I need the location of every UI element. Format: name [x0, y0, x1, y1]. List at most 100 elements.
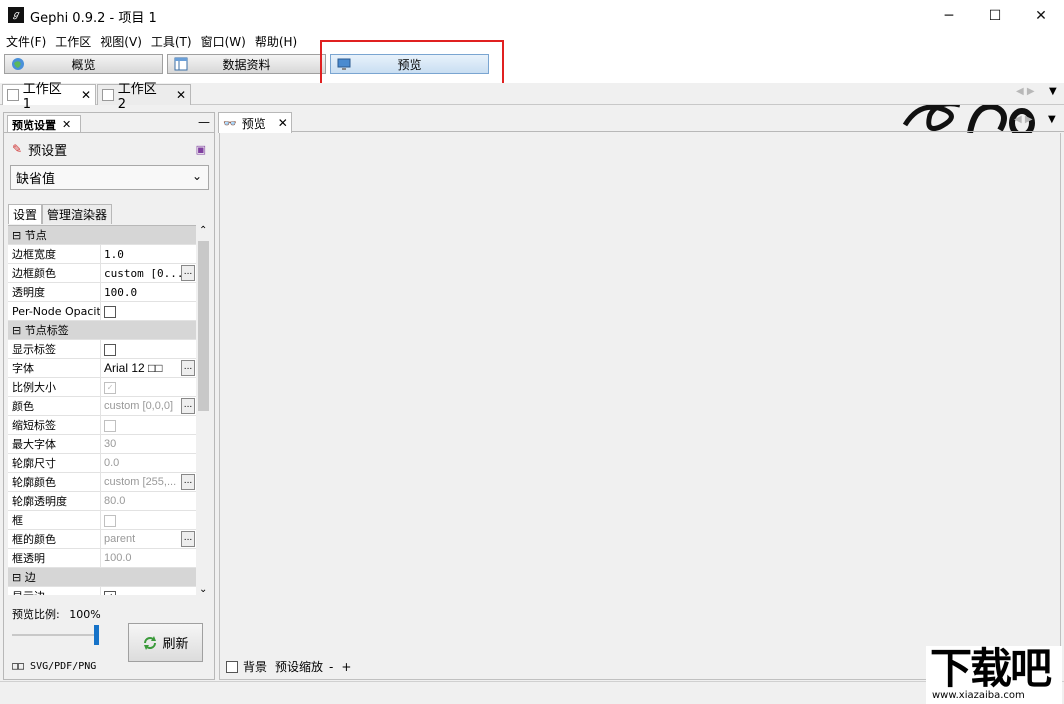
- zoom-label: 预设缩放: [275, 660, 324, 674]
- property-checkbox[interactable]: [101, 419, 196, 432]
- close-icon[interactable]: ✕: [62, 118, 71, 131]
- minimize-panel-icon[interactable]: —: [198, 115, 210, 129]
- ellipsis-button[interactable]: ...: [181, 398, 195, 414]
- export-button[interactable]: □□ SVG/PDF/PNG: [12, 661, 96, 672]
- menu-file[interactable]: 文件(F): [4, 33, 48, 50]
- preview-tab-label: 预览: [241, 116, 266, 131]
- property-value[interactable]: 100.0: [101, 286, 196, 299]
- preset-label: 预设置: [28, 143, 68, 159]
- tab-manage-renderers[interactable]: 管理渲染器: [42, 204, 113, 224]
- maximize-icon[interactable]: ☐: [972, 0, 1018, 31]
- ratio-slider-thumb[interactable]: [94, 625, 99, 645]
- property-row: 框透明 100.0: [8, 549, 196, 568]
- category-label: ⊟ 边: [12, 571, 36, 584]
- overview-button[interactable]: 概览: [4, 54, 163, 74]
- workspace-tab-1[interactable]: 工作区 1 ✕: [2, 82, 96, 112]
- title-bar: ℊ Gephi 0.9.2 - 项目 1 ─ ☐ ✕: [0, 0, 1064, 31]
- zoom-in-button[interactable]: +: [341, 660, 351, 674]
- checkbox[interactable]: ✓: [104, 590, 116, 595]
- category-label: ⊟ 节点: [12, 229, 47, 242]
- ellipsis-button[interactable]: ...: [181, 360, 195, 376]
- tab-nav-arrows-icon[interactable]: ◀ ▶: [1016, 86, 1035, 97]
- workspace-tab-label: 工作区 1: [22, 82, 62, 112]
- preview-settings-tab[interactable]: 预览设置 ✕: [7, 115, 81, 133]
- property-name: 框: [8, 511, 101, 529]
- minimize-icon[interactable]: ─: [926, 0, 972, 31]
- menu-view[interactable]: 视图(V): [98, 33, 144, 50]
- property-checkbox[interactable]: ✓: [101, 590, 196, 595]
- checkbox[interactable]: [104, 305, 116, 318]
- divider: [4, 132, 214, 133]
- ellipsis-button[interactable]: ...: [181, 531, 195, 547]
- menu-tools[interactable]: 工具(T): [149, 33, 194, 50]
- refresh-label: 刷新: [162, 637, 189, 652]
- refresh-button[interactable]: 刷新: [128, 623, 203, 662]
- property-row: 轮廓透明度 80.0: [8, 492, 196, 511]
- preset-select[interactable]: 缺省值 ⌄: [10, 165, 209, 190]
- background-checkbox[interactable]: [226, 660, 238, 673]
- preview-ratio-value: 100%: [69, 608, 101, 621]
- property-value[interactable]: 1.0: [101, 248, 196, 261]
- tab-nav-arrows-icon[interactable]: ◀ ▶: [1014, 114, 1033, 125]
- overview-label: 概览: [71, 57, 96, 72]
- watermark-url: www.xiazaiba.com: [932, 690, 1025, 701]
- close-icon[interactable]: ✕: [278, 116, 288, 130]
- scroll-down-icon[interactable]: ⌄: [199, 584, 207, 595]
- property-value: 0.0: [104, 457, 120, 469]
- preview-canvas[interactable]: [219, 133, 1061, 680]
- property-checkbox[interactable]: [101, 343, 196, 356]
- property-category[interactable]: ⊟ 节点标签: [8, 321, 196, 340]
- ellipsis-button[interactable]: ...: [181, 474, 195, 490]
- property-name: 透明度: [8, 283, 101, 301]
- scrollbar-thumb[interactable]: [198, 241, 209, 411]
- property-name: 框的颜色: [8, 530, 101, 548]
- checkbox[interactable]: [104, 343, 116, 356]
- tab-dropdown-icon[interactable]: ▼: [1049, 86, 1057, 97]
- menu-workspace[interactable]: 工作区: [53, 33, 93, 50]
- scroll-up-icon[interactable]: ⌃: [199, 225, 207, 236]
- property-row: 边框宽度 1.0: [8, 245, 196, 264]
- save-icon[interactable]: ▣: [196, 143, 206, 156]
- category-label: ⊟ 节点标签: [12, 324, 69, 337]
- workspace-tab-2[interactable]: 工作区 2 ✕: [97, 82, 191, 112]
- preview-controls: 背景 预设缩放 - +: [226, 658, 351, 675]
- preview-settings-tab-label: 预览设置: [12, 118, 56, 132]
- zoom-out-button[interactable]: -: [329, 660, 333, 674]
- property-name: 轮廓透明度: [8, 492, 101, 510]
- ellipsis-button[interactable]: ...: [181, 265, 195, 281]
- close-icon[interactable]: ✕: [176, 88, 186, 102]
- ratio-slider-track[interactable]: [12, 634, 98, 636]
- close-icon[interactable]: ✕: [1018, 0, 1064, 31]
- property-row: 缩短标签: [8, 416, 196, 435]
- menu-bar: 文件(F) 工作区 视图(V) 工具(T) 窗口(W) 帮助(H): [0, 31, 1064, 51]
- data-lab-button[interactable]: 数据资料: [167, 54, 326, 74]
- close-icon[interactable]: ✕: [81, 88, 91, 102]
- property-category[interactable]: ⊟ 边: [8, 568, 196, 587]
- preview-settings-panel: 预览设置 ✕ — ✎ 预设置 ▣ 缺省值 ⌄ 设置 管理渲染器 ⊟ 节点边框宽度…: [3, 112, 215, 680]
- property-scrollbar[interactable]: ⌃ ⌄: [196, 225, 211, 595]
- workspace-icon: [7, 89, 19, 101]
- tab-dropdown-icon[interactable]: ▼: [1048, 114, 1056, 125]
- gephi-logo-icon: ℊ: [8, 7, 24, 23]
- property-name: 边框宽度: [8, 245, 101, 263]
- property-row: 显示标签: [8, 340, 196, 359]
- property-name: 轮廓颜色: [8, 473, 101, 491]
- checkbox: [104, 514, 116, 527]
- tab-settings[interactable]: 设置: [8, 204, 43, 224]
- preview-tab[interactable]: 👓 预览 ✕: [218, 112, 292, 133]
- menu-window[interactable]: 窗口(W): [199, 33, 248, 50]
- property-checkbox[interactable]: [101, 514, 196, 527]
- property-row: 颜色 custom [0,0,0]...: [8, 397, 196, 416]
- settings-subtabs: 设置 管理渲染器: [8, 204, 113, 224]
- menu-help[interactable]: 帮助(H): [253, 33, 299, 50]
- globe-icon: [12, 58, 24, 70]
- property-checkbox[interactable]: [101, 305, 196, 318]
- pencil-icon: ✎: [12, 142, 23, 156]
- preview-tabbar: ◀ ▶ ▼: [218, 112, 1064, 132]
- preset-select-value: 缺省值: [16, 172, 56, 187]
- property-sheet: ⊟ 节点 边框宽度 1.0 边框颜色 custom [0...... 透明度 100.0 Pe…: [8, 225, 196, 595]
- property-name: 比例大小: [8, 378, 101, 396]
- data-lab-label: 数据资料: [222, 57, 271, 72]
- property-category[interactable]: ⊟ 节点: [8, 226, 196, 245]
- property-checkbox[interactable]: ✓: [101, 381, 196, 394]
